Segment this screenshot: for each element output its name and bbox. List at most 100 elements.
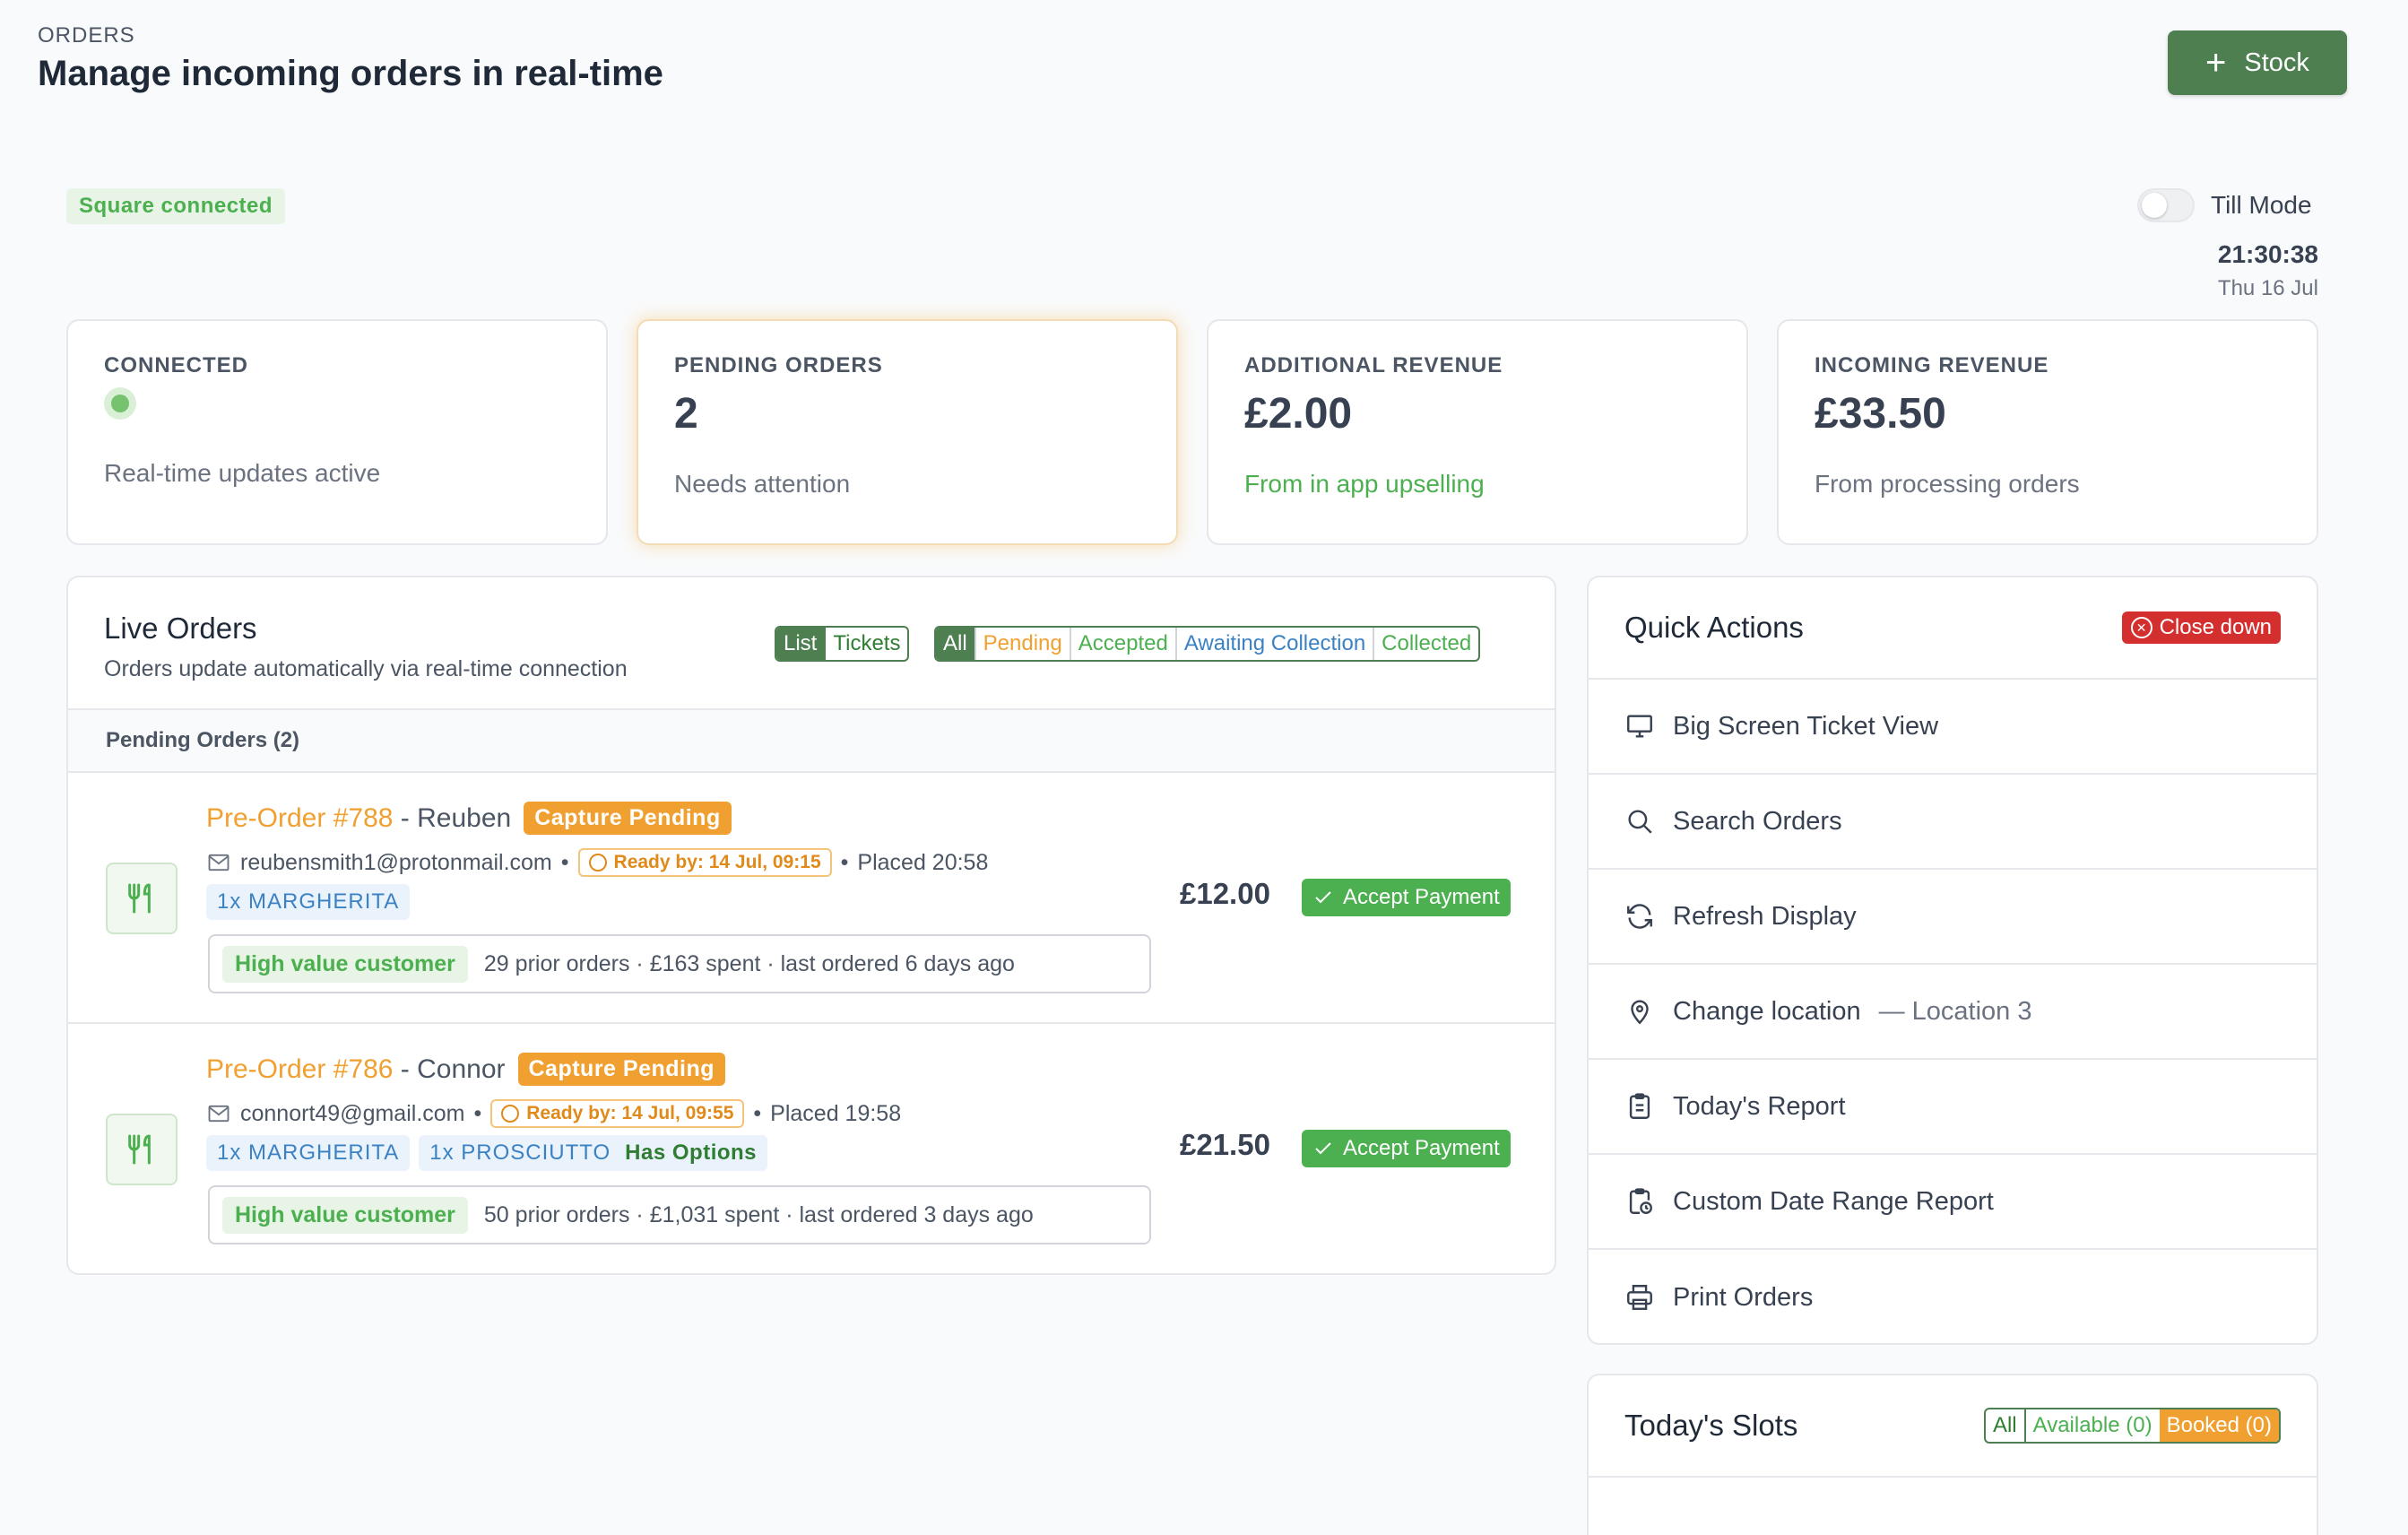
ready-by-badge: Ready by: 14 Jul, 09:15 — [577, 848, 832, 877]
order-number[interactable]: Pre-Order #786 — [206, 1054, 393, 1084]
clock-date: Thu 16 Jul — [2217, 276, 2318, 300]
capture-pending-badge: Capture Pending — [517, 1053, 726, 1086]
action-search-orders[interactable]: Search Orders — [1589, 775, 2317, 870]
order-row[interactable]: Pre-Order #788 - Reuben Capture Pending … — [68, 773, 1555, 1024]
high-value-badge: High value customer — [222, 945, 468, 983]
status-filter: All Pending Accepted Awaiting Collection… — [934, 626, 1481, 662]
filter-awaiting-collection[interactable]: Awaiting Collection — [1174, 628, 1373, 660]
placed-time: Placed 20:58 — [857, 849, 989, 875]
order-meta: reubensmith1@protonmail.com • Ready by: 1… — [206, 848, 988, 877]
customer-insight: High value customer 50 prior orders · £1… — [208, 1185, 1151, 1244]
high-value-badge: High value customer — [222, 1196, 468, 1234]
filter-pending[interactable]: Pending — [974, 628, 1070, 660]
ready-by-badge: Ready by: 14 Jul, 09:55 — [490, 1099, 745, 1128]
action-big-screen-ticket-view[interactable]: Big Screen Ticket View — [1589, 680, 2317, 775]
order-number[interactable]: Pre-Order #788 — [206, 803, 393, 833]
slots-filter-booked[interactable]: Booked (0) — [2159, 1409, 2279, 1442]
check-icon — [1315, 1142, 1331, 1155]
stock-button-label: Stock — [2244, 48, 2309, 77]
capture-pending-badge: Capture Pending — [524, 802, 732, 835]
accept-payment-button[interactable]: Accept Payment — [1302, 879, 1511, 916]
quick-actions-title: Quick Actions — [1624, 611, 1804, 644]
item-chip: 1x MARGHERITA — [206, 884, 411, 920]
action-change-location[interactable]: Change location — Location 3 — [1589, 965, 2317, 1060]
clock-icon — [501, 1105, 520, 1123]
view-tickets-tab[interactable]: Tickets — [824, 628, 907, 660]
current-location: — Location 3 — [1878, 996, 2032, 1026]
stat-value: 2 — [674, 390, 698, 438]
quick-actions-panel: Quick Actions ✕ Close down Big Screen Tic… — [1587, 576, 2318, 1345]
item-chip: 1x MARGHERITA — [206, 1135, 411, 1171]
printer-icon — [1627, 1285, 1652, 1310]
stat-value: £2.00 — [1244, 390, 1353, 438]
order-price: £12.00 — [1180, 877, 1270, 910]
clock-icon — [588, 854, 607, 872]
customer-email: connort49@gmail.com — [240, 1100, 465, 1126]
view-list-tab[interactable]: List — [776, 628, 825, 660]
stat-sub: From processing orders — [1815, 470, 2080, 498]
clock: 21:30:38 Thu 16 Jul — [2218, 240, 2318, 301]
stat-label: ADDITIONAL REVENUE — [1244, 353, 1503, 377]
slots-filter-all[interactable]: All — [1986, 1409, 2026, 1442]
has-options-label: Has Options — [625, 1140, 758, 1165]
action-todays-report[interactable]: Today's Report — [1589, 1060, 2317, 1155]
stat-pending-orders: PENDING ORDERS 2 Needs attention — [637, 319, 1178, 545]
order-meta: connort49@gmail.com • Ready by: 14 Jul, 0… — [206, 1099, 901, 1128]
clock-time: 21:30:38 — [2217, 240, 2318, 268]
till-mode-toggle[interactable] — [2137, 188, 2195, 222]
section-pending-orders: Pending Orders (2) — [68, 710, 1555, 773]
till-mode[interactable]: Till Mode — [2137, 188, 2312, 222]
accept-payment-button[interactable]: Accept Payment — [1302, 1130, 1511, 1167]
monitor-icon — [1627, 715, 1652, 738]
stat-incoming-revenue: INCOMING REVENUE £33.50 From processing … — [1777, 319, 2318, 545]
connection-status-dot — [104, 387, 136, 420]
filter-accepted[interactable]: Accepted — [1069, 628, 1175, 660]
calendar-clipboard-icon — [1629, 1188, 1652, 1214]
order-title: Pre-Order #786 - Connor Capture Pending — [206, 1053, 726, 1086]
stat-label: INCOMING REVENUE — [1815, 353, 2049, 377]
close-circle-icon: ✕ — [2130, 617, 2152, 638]
customer-name: - Connor — [400, 1054, 506, 1084]
search-icon — [1628, 810, 1652, 834]
stat-value: £33.50 — [1815, 390, 1946, 438]
slots-filter: All Available (0) Booked (0) — [1983, 1408, 2281, 1444]
check-icon — [1315, 891, 1331, 904]
clipboard-icon — [1629, 1093, 1650, 1119]
customer-name: - Reuben — [400, 802, 512, 833]
slots-filter-available[interactable]: Available (0) — [2026, 1409, 2160, 1442]
filter-collected[interactable]: Collected — [1373, 628, 1478, 660]
customer-history: 29 prior orders · £163 spent · last orde… — [483, 950, 1015, 976]
stat-label: PENDING ORDERS — [674, 353, 883, 377]
add-stock-button[interactable]: + Stock — [2168, 30, 2347, 95]
mail-icon — [208, 854, 230, 872]
todays-slots-panel: Today's Slots All Available (0) Booked (… — [1587, 1374, 2318, 1535]
view-toggle: List Tickets — [775, 626, 910, 662]
slots-header: Today's Slots All Available (0) Booked (… — [1589, 1375, 2317, 1478]
customer-email: reubensmith1@protonmail.com — [240, 849, 552, 875]
action-custom-date-range-report[interactable]: Custom Date Range Report — [1589, 1155, 2317, 1250]
order-items: 1x MARGHERITA 1x PROSCIUTTO Has Options — [206, 1135, 768, 1171]
filter-all[interactable]: All — [936, 628, 974, 660]
stat-sub: Needs attention — [674, 470, 851, 498]
stat-label: CONNECTED — [104, 353, 249, 377]
slots-title: Today's Slots — [1624, 1409, 1798, 1442]
close-down-button[interactable]: ✕ Close down — [2121, 611, 2281, 644]
utensils-icon — [106, 1114, 178, 1185]
order-row[interactable]: Pre-Order #786 - Connor Capture Pending … — [68, 1024, 1555, 1273]
till-mode-label: Till Mode — [2211, 191, 2312, 219]
placed-time: Placed 19:58 — [770, 1100, 902, 1126]
stat-sub: Real-time updates active — [104, 459, 381, 487]
stat-connected: CONNECTED Real-time updates active — [66, 319, 608, 545]
mail-icon — [208, 1105, 230, 1123]
quick-actions-header: Quick Actions ✕ Close down — [1589, 577, 2317, 680]
live-orders-panel: Live Orders Orders update automatically … — [66, 576, 1556, 1275]
order-price: £21.50 — [1180, 1128, 1270, 1161]
plus-icon: + — [2205, 43, 2227, 82]
customer-insight: High value customer 29 prior orders · £1… — [208, 934, 1151, 993]
stat-sub: From in app upselling — [1244, 470, 1485, 498]
order-title: Pre-Order #788 - Reuben Capture Pending — [206, 802, 732, 835]
live-orders-header: Live Orders Orders update automatically … — [68, 577, 1555, 710]
action-refresh-display[interactable]: Refresh Display — [1589, 870, 2317, 965]
stat-additional-revenue: ADDITIONAL REVENUE £2.00 From in app ups… — [1207, 319, 1748, 545]
action-print-orders[interactable]: Print Orders — [1589, 1250, 2317, 1343]
